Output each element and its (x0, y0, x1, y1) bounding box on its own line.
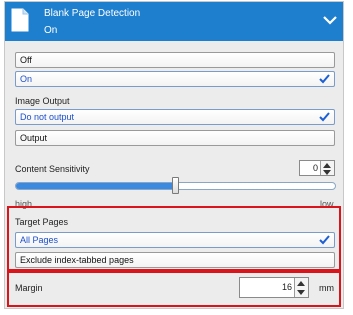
checkmark-icon (319, 112, 330, 122)
option-label: Off (20, 55, 32, 65)
checkmark-icon (319, 235, 330, 245)
sensitivity-value: 0 (312, 163, 318, 173)
option-do-not-output[interactable]: Do not output (15, 109, 335, 125)
option-on[interactable]: On (15, 71, 335, 87)
stepper-down-icon[interactable] (323, 170, 331, 175)
margin-label: Margin (15, 283, 43, 293)
stepper-up-icon[interactable] (297, 281, 305, 286)
option-label: Exclude index-tabbed pages (20, 255, 134, 265)
section-current-value: On (44, 25, 58, 36)
sensitivity-stepper[interactable]: 0 (299, 160, 335, 176)
margin-unit: mm (319, 283, 334, 293)
chevron-down-icon[interactable] (323, 15, 337, 25)
section-header[interactable]: Blank Page Detection On (5, 2, 343, 41)
document-icon (11, 8, 29, 32)
option-label: Do not output (20, 112, 75, 122)
stepper-up-icon[interactable] (323, 163, 331, 168)
stepper-down-icon[interactable] (297, 290, 305, 295)
stepper-arrows[interactable] (294, 278, 308, 297)
option-all-pages[interactable]: All Pages (15, 232, 335, 248)
section-title: Blank Page Detection (44, 8, 141, 19)
option-label: All Pages (20, 235, 59, 245)
option-output[interactable]: Output (15, 130, 335, 146)
margin-stepper[interactable]: 16 (239, 277, 309, 298)
option-exclude-index-tabbed[interactable]: Exclude index-tabbed pages (15, 252, 335, 268)
content-sensitivity-label: Content Sensitivity (15, 164, 90, 174)
sensitivity-slider-thumb[interactable] (172, 177, 179, 194)
image-output-label: Image Output (15, 96, 70, 106)
margin-value: 16 (281, 282, 292, 292)
checkmark-icon (319, 74, 330, 84)
target-pages-label: Target Pages (15, 217, 69, 227)
blank-page-detection-panel: Blank Page Detection On Off On Image Out… (4, 1, 344, 309)
stepper-arrows[interactable] (320, 161, 334, 175)
option-label: Output (20, 133, 48, 143)
option-label: On (20, 74, 33, 84)
sensitivity-slider-fill (16, 183, 177, 189)
option-off[interactable]: Off (15, 52, 335, 68)
